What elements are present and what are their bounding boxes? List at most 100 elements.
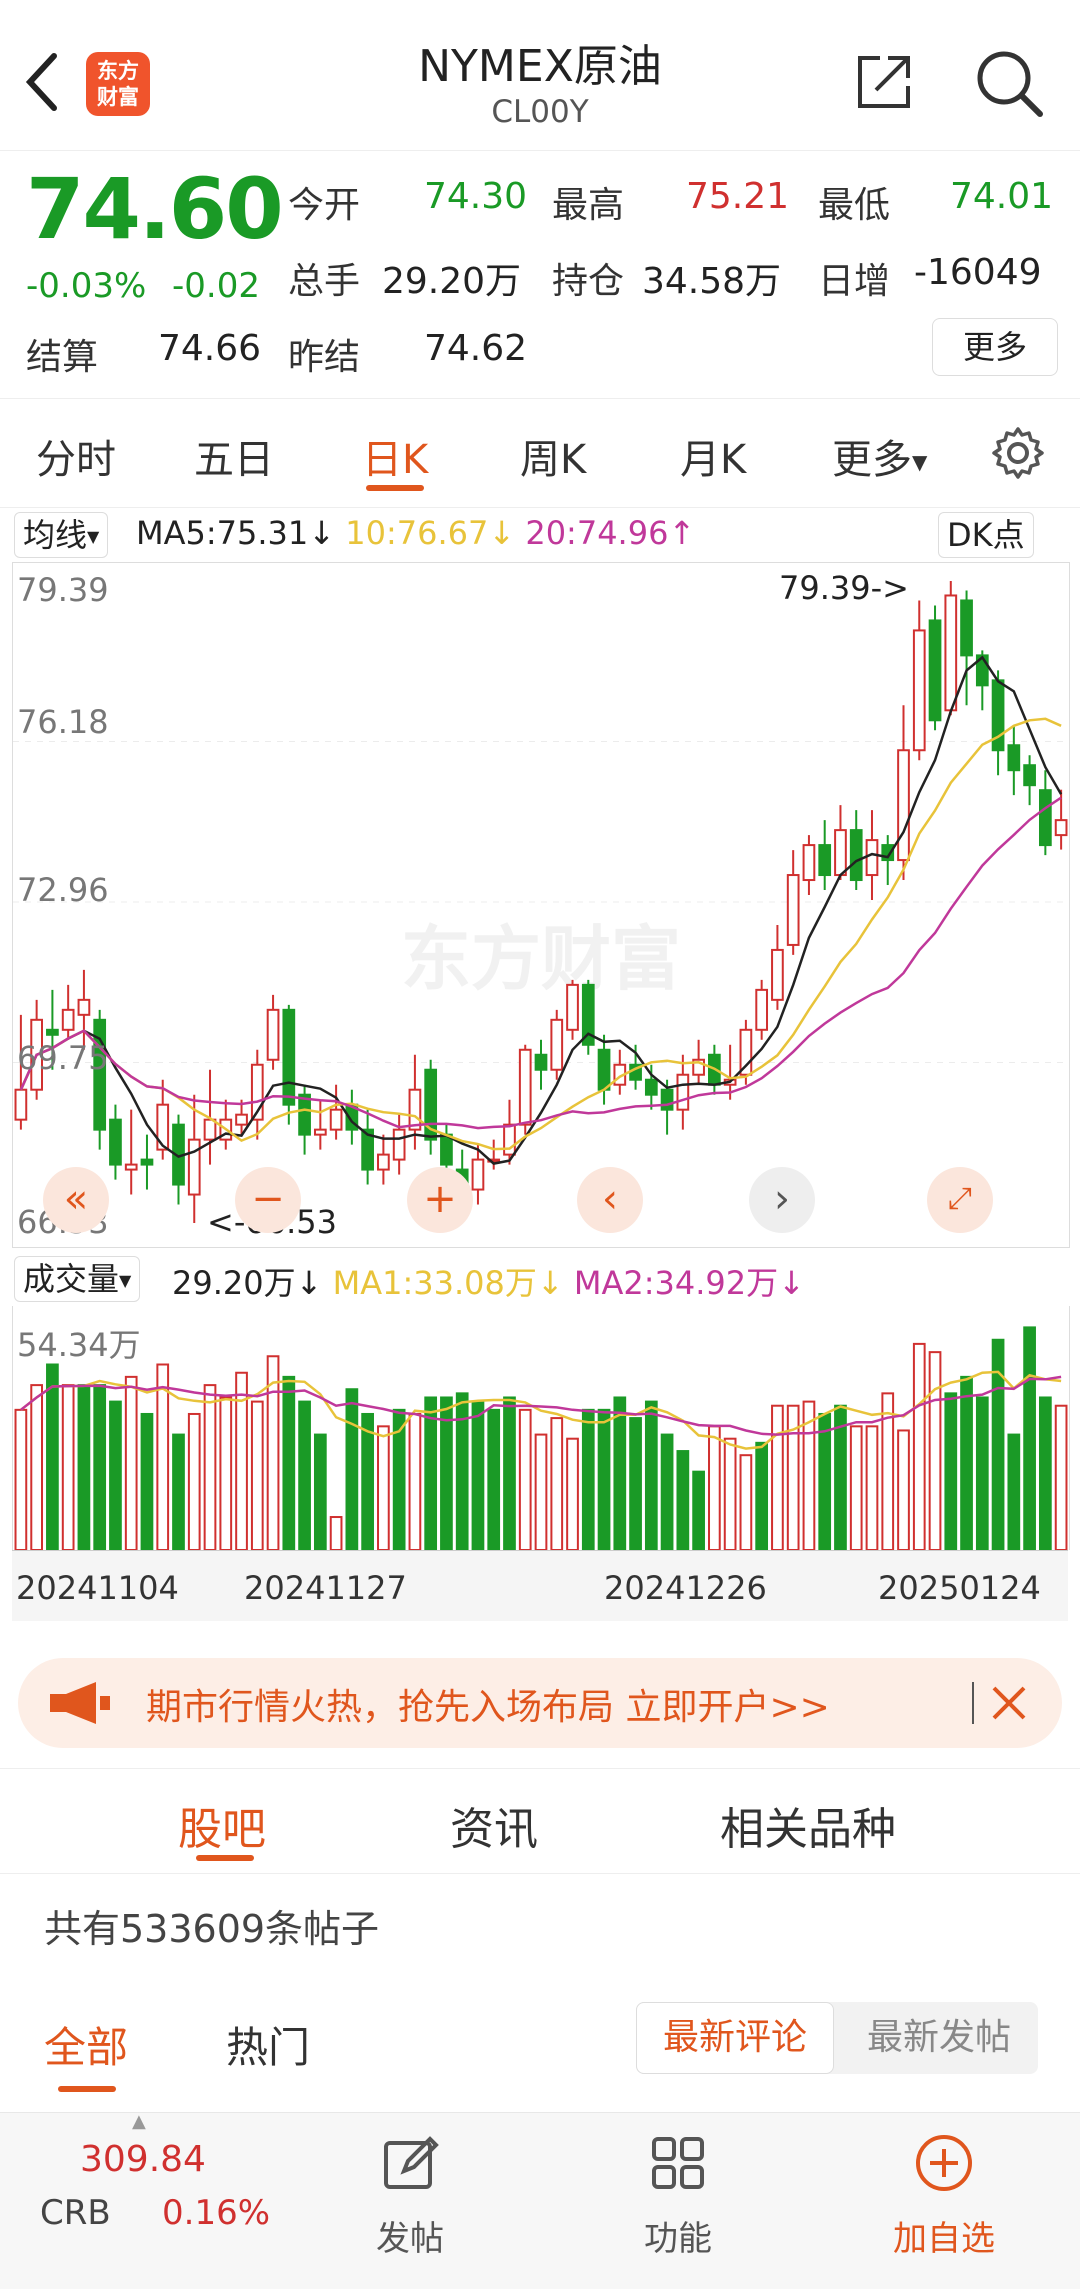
kline-svg: 东方财富 — [13, 581, 1069, 1223]
tab-guba[interactable]: 股吧 — [178, 1793, 266, 1857]
zoom-in-icon[interactable]: + — [407, 1167, 473, 1233]
bottom-toolbar: ▲ 309.84 CRB 0.16% 发帖 功能 加自选 — [0, 2111, 1080, 2289]
volume-svg — [14, 1326, 1068, 1550]
more-quote-button[interactable]: 更多 — [932, 318, 1058, 376]
high-value: 75.21 — [686, 176, 790, 217]
crb-index-percent[interactable]: 0.16% — [162, 2193, 270, 2233]
candle-up — [1054, 819, 1068, 837]
dk-point-toggle[interactable]: DK点 — [938, 512, 1034, 558]
volume-ma1-arrow: ↓ — [536, 1264, 564, 1302]
crb-index-name[interactable]: CRB — [40, 2193, 111, 2233]
post-button-label[interactable]: 发帖 — [335, 2211, 485, 2260]
volume-bar-down — [77, 1384, 91, 1550]
candle-up — [944, 594, 958, 712]
caret-down-icon: ▼ — [119, 1271, 132, 1290]
filter-all[interactable]: 全部 — [44, 2014, 128, 2075]
volume-bar-down — [424, 1396, 438, 1550]
kline-chart[interactable]: 东方财富 79.39 76.18 72.96 69.75 66.53 79.39… — [12, 562, 1070, 1248]
volume-ma1: MA1:33.08万 — [332, 1264, 537, 1302]
caret-down-icon: ▼ — [912, 450, 928, 474]
volume-bar-down — [960, 1375, 973, 1550]
fullscreen-icon[interactable]: ⤢ — [927, 1167, 993, 1233]
tab-related[interactable]: 相关品种 — [720, 1793, 896, 1857]
volume-bar-down — [818, 1412, 832, 1550]
date-axis: 20241104 20241127 20241226 20250124 — [12, 1550, 1068, 1621]
candle-up — [392, 1128, 406, 1161]
candle-down — [282, 1008, 296, 1106]
candle-up — [124, 1163, 138, 1171]
caret-down-icon: ▼ — [87, 527, 100, 546]
ma-selector[interactable]: 均线▼ — [14, 512, 109, 558]
candle-down — [440, 1133, 453, 1166]
sort-latest-comment[interactable]: 最新评论 — [636, 2002, 834, 2074]
tab-weekly-k[interactable]: 周K — [520, 427, 586, 485]
settings-gear-icon[interactable] — [990, 425, 1046, 481]
candle-up — [377, 1153, 390, 1171]
candle-down — [1038, 789, 1052, 847]
settle-label: 结算 — [26, 337, 99, 378]
volume-bar-down — [46, 1363, 59, 1550]
zoom-out-icon[interactable]: − — [235, 1167, 301, 1233]
volume-bar-up — [14, 1408, 28, 1550]
volume-bar-down — [629, 1417, 642, 1550]
indicator-selector[interactable]: 成交量▼ — [14, 1256, 141, 1302]
tab-daily-k[interactable]: 日K — [362, 427, 428, 485]
prev-settle-label: 昨结 — [288, 337, 361, 378]
close-icon[interactable] — [986, 1680, 1032, 1726]
volume-bar-down — [298, 1400, 311, 1550]
date-label: 20241104 — [16, 1569, 179, 1607]
volume-bar-down — [1007, 1433, 1021, 1550]
step-right-icon[interactable]: › — [749, 1167, 815, 1233]
low-value: 74.01 — [950, 176, 1054, 217]
candle-up — [755, 988, 769, 1031]
share-icon[interactable] — [852, 50, 916, 114]
sort-toggle: 最新评论 最新发帖 — [636, 2002, 1038, 2074]
price-axis-label: 76.18 — [17, 703, 109, 741]
function-button-label[interactable]: 功能 — [603, 2211, 753, 2260]
volume-bar-down — [345, 1388, 359, 1550]
volume-axis-max: 54.34万 — [17, 1326, 141, 1364]
volume-bar-up — [534, 1433, 548, 1550]
volume-bar-up — [219, 1396, 233, 1550]
candle-down — [46, 1028, 59, 1036]
search-icon[interactable] — [972, 46, 1044, 118]
apps-grid-icon[interactable] — [648, 2133, 708, 2193]
promo-banner[interactable]: 期市行情火热，抢先入场布局 立即开户>> — [18, 1658, 1062, 1748]
watermark: 东方财富 — [401, 920, 681, 998]
volume-bar-down — [597, 1408, 611, 1550]
daily-increase-value: -16049 — [914, 252, 1042, 293]
candle-up — [187, 1138, 201, 1196]
add-watchlist-icon[interactable] — [914, 2133, 974, 2193]
volume-bar-down — [975, 1396, 989, 1550]
step-left-icon[interactable]: ‹ — [577, 1167, 643, 1233]
tab-monthly-k[interactable]: 月K — [680, 427, 746, 485]
tab-five-day[interactable]: 五日 — [194, 427, 274, 485]
sort-latest-post[interactable]: 最新发帖 — [840, 2002, 1038, 2074]
volume-ma-values: 29.20万↓ MA1:33.08万↓ MA2:34.92万↓ — [172, 1258, 805, 1304]
add-watchlist-label[interactable]: 加自选 — [869, 2211, 1019, 2260]
fast-back-icon[interactable]: « — [43, 1167, 109, 1233]
ma5-arrow: ↓ — [308, 514, 336, 552]
tab-more[interactable]: 更多▼ — [832, 427, 927, 485]
tab-intraday[interactable]: 分时 — [36, 427, 116, 485]
volume-bar-up — [928, 1351, 942, 1550]
daily-increase-label: 日增 — [818, 261, 891, 302]
candle-up — [503, 1123, 516, 1156]
volume-value: 29.20万 — [172, 1264, 296, 1302]
candle-up — [897, 749, 910, 862]
candle-down — [660, 1088, 674, 1111]
change-percent: -0.03% — [26, 266, 147, 306]
candle-up — [329, 1108, 343, 1131]
candle-down — [849, 829, 863, 882]
filter-hot[interactable]: 热门 — [226, 2014, 310, 2075]
volume-bar-down — [140, 1412, 154, 1550]
tab-news[interactable]: 资讯 — [450, 1793, 538, 1857]
volume-bar-up — [30, 1384, 44, 1550]
edit-post-icon[interactable] — [380, 2133, 440, 2193]
candle-up — [771, 948, 784, 1001]
crb-index-value[interactable]: 309.84 — [80, 2139, 206, 2180]
ma20-value: 20:74.96 — [525, 514, 669, 552]
candle-up — [235, 1113, 248, 1126]
ma-values: MA5:75.31↓ 10:76.67↓ 20:74.96↑ — [136, 514, 695, 552]
volume-chart[interactable]: 54.34万 — [12, 1306, 1070, 1550]
